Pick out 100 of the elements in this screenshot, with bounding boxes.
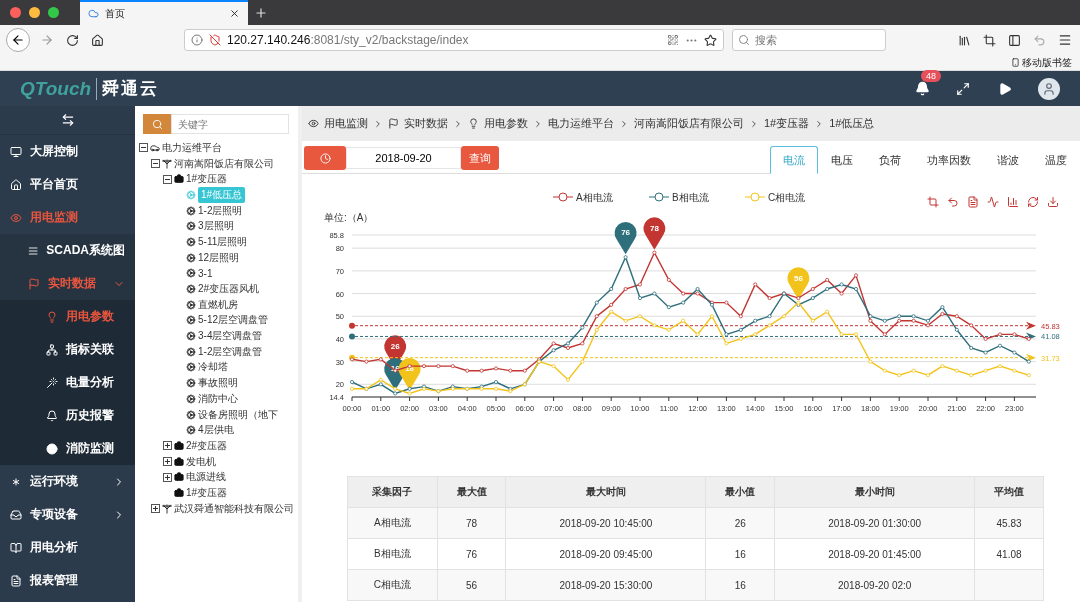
bar-chart-icon[interactable]: [1007, 196, 1019, 208]
notification-button[interactable]: [915, 81, 930, 96]
search-icon: [151, 118, 163, 130]
tree-node[interactable]: 发电机: [186, 453, 216, 470]
tree-node[interactable]: 1-2层照明: [198, 202, 243, 219]
browser-tab[interactable]: 首页: [80, 0, 248, 25]
legend-item[interactable]: B相电流: [648, 192, 709, 203]
refresh-icon[interactable]: [1027, 196, 1039, 208]
gear-icon: [186, 362, 196, 373]
tree-node[interactable]: 直燃机房: [198, 296, 238, 313]
tree-node[interactable]: 河南嵩阳饭店有限公司: [174, 155, 274, 172]
star-icon[interactable]: [704, 33, 717, 47]
tree-node[interactable]: 5-11层照明: [198, 233, 248, 250]
breadcrumb-link[interactable]: 河南嵩阳饭店有限公司: [634, 116, 744, 131]
download-icon[interactable]: [1047, 196, 1059, 208]
expand-icon[interactable]: [163, 457, 172, 467]
tree-node[interactable]: 12层照明: [198, 249, 240, 266]
expand-icon[interactable]: [163, 441, 172, 451]
gear-icon: [186, 299, 196, 310]
home-icon: [91, 33, 104, 47]
query-button[interactable]: 查询: [461, 146, 499, 170]
sidebar-item[interactable]: 历史报警: [0, 399, 135, 432]
expand-icon[interactable]: [163, 472, 172, 482]
forward-icon: [40, 33, 54, 47]
breadcrumb-link[interactable]: 1#低压总: [829, 116, 875, 131]
sidebar-item[interactable]: SCADA系统图: [0, 234, 135, 267]
cloud-icon: [88, 8, 99, 19]
table-cell: 78: [437, 507, 506, 539]
sidebar-item[interactable]: 指标关联: [0, 333, 135, 366]
tree-node[interactable]: 冷却塔: [198, 359, 228, 376]
search-icon: [738, 34, 750, 46]
sidebar-item[interactable]: 实时数据: [0, 267, 135, 300]
expand-icon[interactable]: [151, 504, 160, 514]
tree-node[interactable]: 1-2层空调盘管: [198, 343, 263, 360]
tree-node[interactable]: 3层照明: [198, 218, 234, 235]
chevron-right-icon: [373, 118, 383, 129]
close-window-button[interactable]: [10, 7, 21, 18]
minimize-window-button[interactable]: [29, 7, 40, 18]
sidebar-item[interactable]: 用电参数: [0, 300, 135, 333]
annotation: 76: [621, 228, 631, 238]
tree-node[interactable]: 4层供电: [198, 422, 234, 439]
home-button[interactable]: [89, 31, 106, 49]
sidebar-item[interactable]: 消防监测: [0, 432, 135, 465]
chevron-right-icon: [533, 118, 543, 129]
table-cell: 26: [705, 507, 775, 539]
tree-node[interactable]: 1#变压器: [186, 484, 228, 501]
tree-node[interactable]: 2#变压器风机: [198, 281, 260, 298]
table-cell: 2018-09-20 09:45:00: [506, 538, 706, 570]
crop-icon[interactable]: [927, 196, 939, 208]
table-cell: 76: [437, 538, 506, 570]
gear-icon: [186, 252, 196, 263]
tree-node[interactable]: 电源进线: [186, 469, 226, 486]
car-icon: [150, 142, 160, 153]
tree-node[interactable]: 3-4层空调盘管: [198, 328, 263, 345]
tree-node[interactable]: 消防中心: [198, 390, 238, 407]
tree-node[interactable]: 1#变压器: [186, 171, 228, 188]
document-icon[interactable]: [967, 196, 979, 208]
breadcrumb-link[interactable]: 1#变压器: [764, 116, 810, 131]
breadcrumb-link[interactable]: 用电参数: [484, 116, 528, 131]
qr-code-icon[interactable]: [667, 34, 679, 46]
breadcrumb-link[interactable]: 电力运维平台: [548, 116, 614, 131]
tree-node[interactable]: 电力运维平台: [162, 139, 222, 156]
bookmark-link[interactable]: 移动版书签: [1011, 55, 1072, 70]
brand-name: 舜通云: [101, 78, 160, 100]
collapse-icon[interactable]: [163, 174, 172, 184]
undo-icon: [1033, 33, 1046, 47]
sidebar-item[interactable]: 电量分析: [0, 366, 135, 399]
collapse-icon[interactable]: [139, 143, 148, 153]
eye-icon: [308, 118, 319, 129]
legend-item[interactable]: C相电流: [744, 192, 806, 203]
gear-icon: [186, 268, 196, 279]
tree-node[interactable]: 设备房照明（地下: [198, 406, 278, 423]
swap-icon[interactable]: [60, 113, 75, 127]
search-field[interactable]: 搜索: [732, 29, 886, 51]
tree-node[interactable]: 武汉舜通智能科技有限公司: [174, 500, 294, 517]
tree-node[interactable]: 事故照明: [198, 375, 238, 392]
briefcase-icon: [174, 456, 184, 467]
table-cell: 2018-09-20 15:30:00: [506, 569, 706, 601]
flag-icon: [28, 277, 40, 290]
breadcrumb-link[interactable]: 实时数据: [404, 116, 448, 131]
column-header: 最大时间: [506, 476, 706, 508]
date-field[interactable]: 2018-09-20: [346, 147, 461, 169]
tree-node[interactable]: 5-12层空调盘管: [198, 312, 268, 329]
briefcase-icon: [174, 487, 184, 498]
keyword-field[interactable]: 关键字: [171, 114, 289, 134]
back-button[interactable]: [6, 28, 30, 52]
collapse-icon[interactable]: [151, 159, 160, 169]
close-icon[interactable]: [229, 8, 240, 19]
line-chart-icon[interactable]: [987, 196, 999, 208]
flag-icon: [388, 118, 399, 129]
undo-icon[interactable]: [947, 196, 959, 208]
user-avatar[interactable]: [1038, 77, 1060, 100]
breadcrumb-link[interactable]: 用电监测: [324, 116, 368, 131]
legend-item[interactable]: A相电流: [552, 192, 613, 203]
tree-node[interactable]: 2#变压器: [186, 437, 228, 454]
expand-icon: [956, 81, 970, 96]
new-tab-icon[interactable]: [254, 6, 268, 20]
address-bar[interactable]: 120.27.140.246:8081/sty_v2/backstage/index: [184, 29, 724, 51]
tree-node[interactable]: 3-1: [198, 266, 213, 280]
zoom-window-button[interactable]: [48, 7, 59, 18]
